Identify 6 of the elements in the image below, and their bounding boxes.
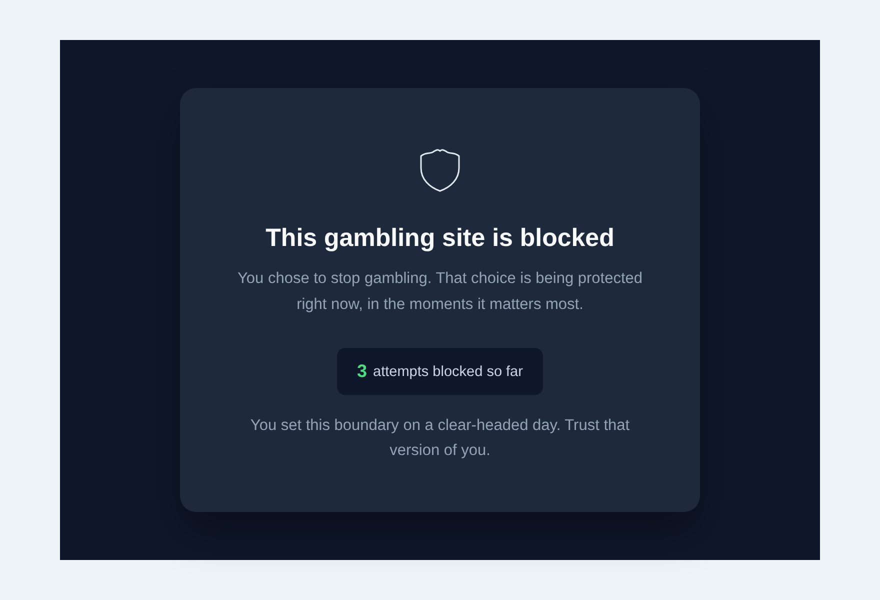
- encouragement-text: You set this boundary on a clear-headed day. Trust that version of you.: [249, 416, 631, 461]
- attempt-count: 3: [357, 361, 368, 382]
- shield-icon: [419, 148, 461, 192]
- blocked-message: You chose to stop gambling. That choice is being protected right now, in the moments it matters most.: [236, 269, 644, 315]
- blocked-title: This gambling site is blocked: [266, 223, 614, 254]
- counter-label: attempts blocked so far: [373, 364, 523, 380]
